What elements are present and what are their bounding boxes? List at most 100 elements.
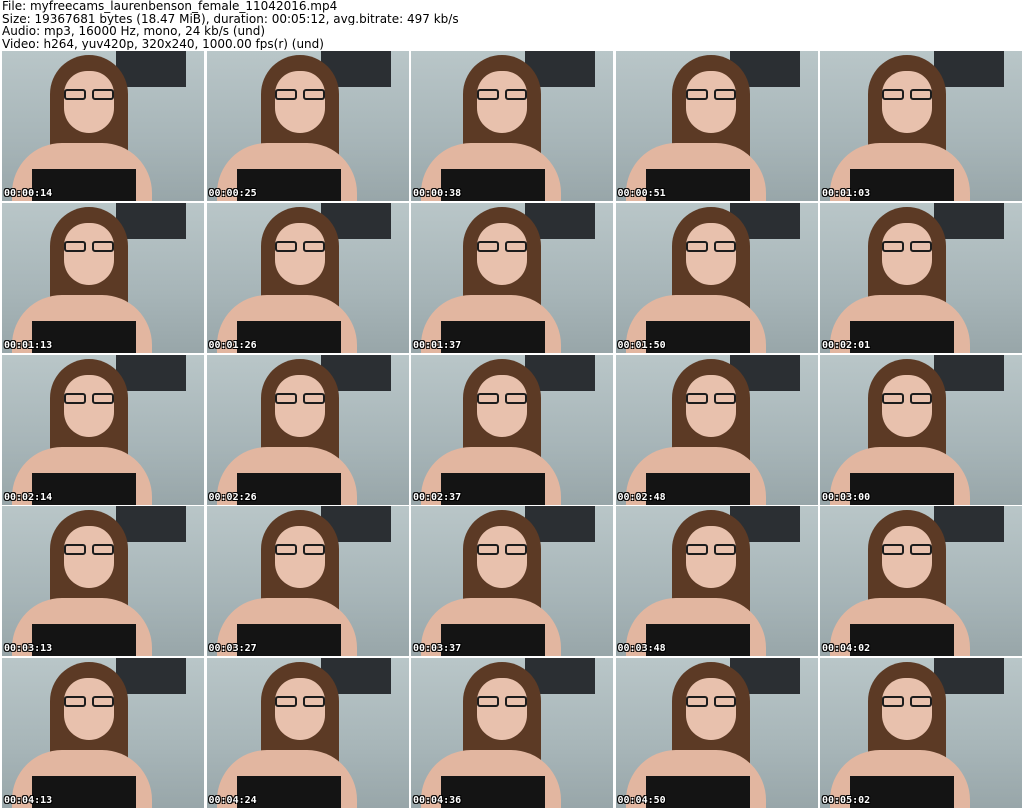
glasses-icon [880, 696, 934, 708]
glasses-icon [475, 544, 529, 556]
frame-figure-face [685, 374, 736, 437]
frame-figure-face [882, 526, 932, 589]
glasses-icon [684, 696, 738, 708]
frame-timestamp: 00:01:03 [822, 188, 871, 199]
glasses-icon [475, 696, 529, 708]
frame-timestamp: 00:01:26 [208, 339, 257, 351]
video-frame-thumbnail: 00:01:50 [615, 202, 818, 353]
frame-timestamp: 00:01:50 [617, 339, 666, 351]
glasses-lens-right [910, 89, 932, 100]
glasses-lens-left [685, 89, 708, 100]
glasses-lens-left [685, 696, 708, 707]
glasses-lens-right [713, 89, 736, 100]
glasses-lens-left [477, 544, 499, 556]
video-frame-thumbnail: 00:03:00 [820, 354, 1022, 505]
video-frame-thumbnail: 00:01:37 [411, 202, 613, 353]
video-frame-thumbnail: 00:02:37 [411, 354, 613, 505]
frame-figure-face [477, 222, 527, 285]
glasses-icon [475, 392, 529, 405]
frame-timestamp: 00:04:02 [822, 643, 871, 655]
video-frame-thumbnail: 00:02:26 [206, 354, 409, 505]
glasses-lens-left [274, 89, 297, 100]
video-frame-thumbnail: 00:04:24 [206, 658, 409, 808]
frame-timestamp: 00:03:48 [617, 643, 666, 655]
glasses-icon [880, 544, 934, 556]
frame-wall-poster [116, 658, 186, 694]
glasses-lens-left [477, 240, 499, 252]
frame-figure-face [685, 71, 736, 133]
frame-wall-poster [934, 51, 1004, 87]
frame-timestamp: 00:02:48 [617, 491, 666, 503]
video-frame-thumbnail: 00:00:38 [411, 51, 613, 201]
glasses-lens-right [505, 544, 527, 556]
frame-figure-face [64, 374, 114, 437]
file-name-line: File: myfreecams_laurenbenson_female_110… [2, 0, 338, 13]
glasses-lens-right [910, 392, 932, 404]
frame-figure-face [685, 678, 736, 740]
video-frame-thumbnail: 00:03:48 [615, 506, 818, 657]
glasses-icon [880, 89, 934, 101]
frame-timestamp: 00:03:37 [413, 643, 462, 655]
glasses-lens-left [882, 544, 904, 556]
frame-figure-face [274, 526, 325, 589]
frame-timestamp: 00:01:13 [4, 339, 53, 351]
video-frame-thumbnail: 00:03:37 [411, 506, 613, 657]
glasses-icon [62, 89, 116, 101]
frame-timestamp: 00:02:26 [208, 491, 257, 503]
glasses-lens-right [505, 696, 527, 707]
glasses-icon [475, 89, 529, 101]
glasses-lens-left [685, 544, 708, 556]
glasses-lens-right [505, 89, 527, 100]
glasses-lens-right [302, 392, 325, 404]
frame-figure-face [64, 526, 114, 589]
video-frame-thumbnail: 00:03:13 [2, 506, 204, 657]
frame-timestamp: 00:03:00 [822, 491, 871, 503]
frame-figure-face [64, 222, 114, 285]
glasses-lens-left [477, 392, 499, 404]
glasses-lens-left [64, 696, 86, 707]
glasses-lens-right [302, 696, 325, 707]
glasses-lens-right [910, 696, 932, 707]
video-frame-thumbnail: 00:03:27 [206, 506, 409, 657]
glasses-lens-left [882, 89, 904, 100]
glasses-icon [273, 696, 327, 708]
glasses-lens-right [302, 544, 325, 556]
frame-wall-poster [934, 506, 1004, 543]
frame-timestamp: 00:04:13 [4, 795, 53, 806]
glasses-icon [684, 240, 738, 253]
glasses-lens-left [882, 240, 904, 252]
glasses-lens-right [302, 89, 325, 100]
frame-figure-face [274, 678, 325, 740]
frame-timestamp: 00:05:02 [822, 795, 871, 806]
frame-timestamp: 00:00:25 [208, 188, 257, 199]
frame-figure-face [274, 374, 325, 437]
frame-timestamp: 00:02:01 [822, 339, 871, 351]
glasses-icon [62, 544, 116, 556]
frame-figure-face [477, 678, 527, 740]
frame-timestamp: 00:00:51 [617, 188, 666, 199]
frame-wall-poster [116, 506, 186, 543]
frame-wall-poster [116, 51, 186, 87]
video-info-line: Video: h264, yuv420p, 320x240, 1000.00 f… [2, 37, 324, 50]
glasses-lens-left [274, 240, 297, 252]
frame-figure-face [274, 71, 325, 133]
glasses-lens-left [64, 392, 86, 404]
video-frame-thumbnail: 00:01:26 [206, 202, 409, 353]
frame-figure-face [882, 678, 932, 740]
frame-wall-poster [934, 658, 1004, 694]
frame-timestamp: 00:03:27 [208, 643, 257, 655]
glasses-lens-right [92, 544, 114, 556]
glasses-lens-left [64, 240, 86, 252]
glasses-icon [684, 89, 738, 101]
glasses-lens-right [505, 392, 527, 404]
glasses-icon [880, 392, 934, 405]
glasses-lens-left [64, 544, 86, 556]
video-frame-thumbnail: 00:02:14 [2, 354, 204, 505]
video-frame-thumbnail: 00:04:02 [820, 506, 1022, 657]
frame-timestamp: 00:02:37 [413, 491, 462, 503]
glasses-lens-right [92, 696, 114, 707]
video-frame-thumbnail: 00:02:01 [820, 202, 1022, 353]
video-frame-thumbnail: 00:00:14 [2, 51, 204, 201]
frame-timestamp: 00:04:50 [617, 795, 666, 806]
frame-figure-face [274, 222, 325, 285]
